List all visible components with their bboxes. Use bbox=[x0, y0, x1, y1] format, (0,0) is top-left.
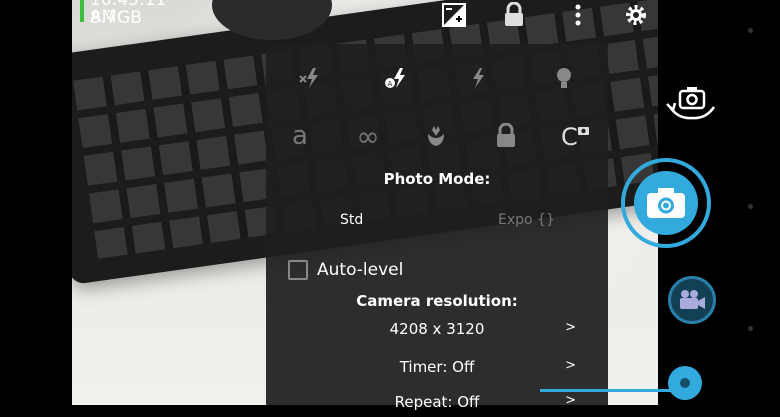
timer-row[interactable]: Timer: Off > bbox=[266, 358, 608, 382]
auto-level-checkbox[interactable] bbox=[288, 260, 308, 280]
repeat-row[interactable]: Repeat: Off > bbox=[266, 393, 608, 417]
battery-indicator bbox=[80, 0, 84, 22]
focus-infinity-icon[interactable]: ∞ bbox=[348, 116, 388, 156]
popup-settings-panel: A a ∞ C Photo Mode: Std Expo {} Auto-lev… bbox=[266, 44, 608, 411]
switch-camera-icon[interactable] bbox=[664, 82, 720, 124]
focus-auto-icon[interactable]: a bbox=[280, 116, 320, 156]
photo-mode-title: Photo Mode: bbox=[383, 170, 491, 188]
status-storage: 8.7GB bbox=[90, 8, 142, 28]
timer-value: Timer: Off bbox=[399, 358, 475, 376]
photo-mode-std[interactable]: Std bbox=[340, 212, 363, 228]
photo-mode-expo[interactable]: Expo {} bbox=[498, 212, 555, 228]
torch-icon[interactable] bbox=[544, 58, 584, 98]
flash-on-icon[interactable] bbox=[458, 58, 498, 98]
camera-icon bbox=[647, 188, 685, 218]
svg-text:C: C bbox=[561, 123, 578, 149]
focus-continuous-icon[interactable]: C bbox=[556, 116, 596, 156]
nav-dot bbox=[748, 204, 753, 209]
resolution-row[interactable]: 4208 x 3120 > bbox=[266, 320, 608, 344]
zoom-slider-thumb-center bbox=[680, 378, 690, 388]
focus-icon-row: a ∞ C bbox=[266, 116, 608, 156]
overflow-menu-icon[interactable] bbox=[562, 0, 594, 30]
camera-resolution-title: Camera resolution: bbox=[356, 292, 518, 310]
lock-icon[interactable] bbox=[498, 0, 530, 30]
focus-locked-icon[interactable] bbox=[486, 116, 526, 156]
take-photo-inner bbox=[634, 171, 698, 235]
flash-off-icon[interactable] bbox=[290, 58, 330, 98]
video-mode-button[interactable] bbox=[668, 276, 716, 324]
timer-arrow[interactable]: > bbox=[565, 358, 576, 373]
resolution-value: 4208 x 3120 bbox=[389, 320, 485, 338]
flash-auto-icon[interactable]: A bbox=[376, 58, 416, 98]
resolution-arrow[interactable]: > bbox=[565, 320, 576, 335]
repeat-value: Repeat: Off bbox=[394, 393, 480, 411]
zoom-slider-track[interactable] bbox=[540, 389, 686, 392]
flash-icon-row: A bbox=[266, 58, 608, 98]
nav-dot bbox=[748, 326, 753, 331]
video-camera-icon bbox=[680, 290, 705, 309]
auto-level-label: Auto-level bbox=[317, 260, 404, 280]
take-photo-button[interactable] bbox=[621, 158, 711, 248]
nav-dot bbox=[748, 28, 753, 33]
zoom-slider-thumb[interactable] bbox=[668, 366, 702, 400]
settings-icon[interactable] bbox=[620, 0, 652, 30]
focus-macro-icon[interactable] bbox=[416, 116, 456, 156]
repeat-arrow[interactable]: > bbox=[565, 393, 576, 408]
exposure-icon[interactable] bbox=[438, 0, 470, 30]
svg-text:A: A bbox=[388, 80, 393, 88]
